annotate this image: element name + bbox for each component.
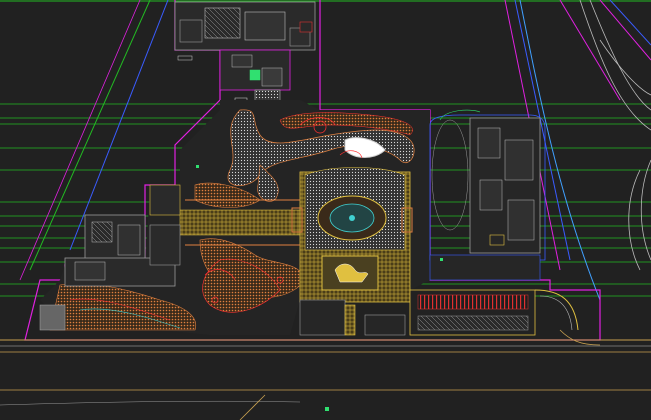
cad-viewport[interactable] [0, 0, 651, 420]
north-building-block [174, 1, 316, 113]
road-bottom [0, 329, 651, 420]
west-building-block [64, 184, 181, 287]
east-building-block [429, 109, 546, 281]
road-edges [579, 0, 651, 271]
cad-drawing[interactable] [0, 0, 651, 420]
sculpture-pad [321, 255, 379, 291]
south-parking-strip [409, 289, 579, 336]
